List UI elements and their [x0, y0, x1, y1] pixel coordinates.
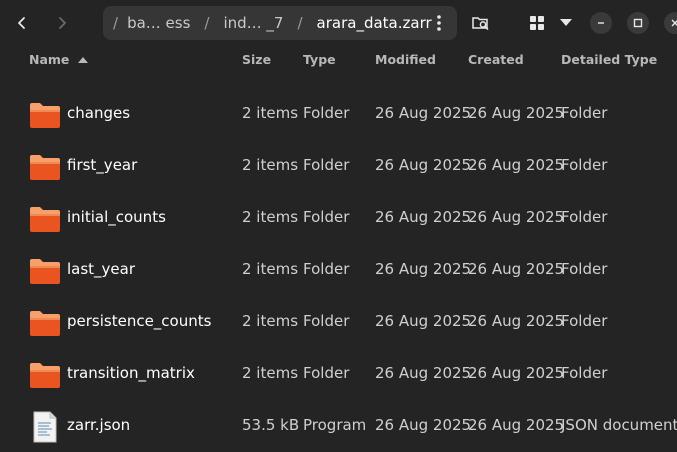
column-header-created[interactable]: Created — [468, 52, 524, 67]
file-row[interactable]: last_year 2 items Folder 26 Aug 2025 26 Aug … — [0, 244, 677, 296]
file-row[interactable]: first_year 2 items Folder 26 Aug 2025 26 Aug… — [0, 140, 677, 192]
chevron-left-icon — [18, 17, 25, 29]
column-headers: Name Size Type Modified Created Detailed… — [0, 46, 677, 74]
file-type: Folder — [303, 260, 350, 278]
view-options-button[interactable] — [556, 6, 576, 40]
file-row[interactable]: changes 2 items Folder 26 Aug 2025 26 Aug 20… — [0, 88, 677, 140]
close-icon — [671, 19, 677, 27]
file-created: 26 Aug 2025 — [468, 104, 565, 122]
folder-icon — [29, 255, 61, 287]
file-type: Folder — [303, 104, 350, 122]
json-file-icon — [29, 411, 61, 443]
file-row[interactable]: initial_counts 2 items Folder 26 Aug 2025 26… — [0, 192, 677, 244]
folder-icon — [29, 151, 61, 183]
path-menu-button[interactable] — [429, 13, 449, 33]
file-size: 53.5 kB — [242, 416, 300, 434]
file-size: 2 items — [242, 104, 299, 122]
folder-icon — [29, 307, 61, 339]
file-size: 2 items — [242, 208, 299, 226]
folder-icon — [29, 359, 61, 391]
file-size: 2 items — [242, 260, 299, 278]
file-name: changes — [67, 104, 131, 122]
file-modified: 26 Aug 2025 — [375, 156, 472, 174]
file-name: zarr.json — [67, 416, 131, 434]
column-header-modified[interactable]: Modified — [375, 52, 436, 67]
maximize-icon — [633, 18, 643, 28]
path-segment[interactable]: ind… _7 — [223, 14, 283, 32]
file-row[interactable]: persistence_counts 2 items Folder 26 Aug 20… — [0, 296, 677, 348]
chevron-right-icon — [59, 17, 66, 29]
file-created: 26 Aug 2025 — [468, 364, 565, 382]
back-button[interactable] — [5, 6, 39, 40]
caret-down-icon — [560, 19, 572, 26]
sort-ascending-icon — [77, 57, 88, 63]
maximize-button[interactable] — [627, 12, 649, 34]
folder-icon — [29, 99, 61, 131]
file-detailed-type: Folder — [561, 104, 608, 122]
file-row[interactable]: zarr.json 53.5 kB Program 26 Aug 2025 26 Aug… — [0, 400, 677, 452]
file-name: persistence_counts — [67, 312, 212, 330]
grid-view-button[interactable] — [527, 6, 547, 40]
grid-icon — [530, 16, 544, 30]
minimize-icon — [598, 22, 604, 24]
file-created: 26 Aug 2025 — [468, 260, 565, 278]
path-segment[interactable]: ba… ess — [127, 14, 190, 32]
search-button[interactable] — [465, 6, 497, 40]
file-modified: 26 Aug 2025 — [375, 364, 472, 382]
file-type: Folder — [303, 156, 350, 174]
file-detailed-type: JSON document — [561, 416, 677, 434]
file-row[interactable]: transition_matrix 2 items Folder 26 Aug 202… — [0, 348, 677, 400]
file-type: Program — [303, 416, 367, 434]
file-modified: 26 Aug 2025 — [375, 416, 472, 434]
file-type: Folder — [303, 312, 350, 330]
minimize-button[interactable] — [590, 12, 612, 34]
header-bar: / ba… ess / ind… _7 / arara_data.zarr — [0, 0, 677, 46]
column-header-name[interactable]: Name — [29, 52, 88, 67]
file-type: Folder — [303, 208, 350, 226]
column-header-type[interactable]: Type — [303, 52, 336, 67]
file-name: last_year — [67, 260, 136, 278]
file-detailed-type: Folder — [561, 156, 608, 174]
file-created: 26 Aug 2025 — [468, 208, 565, 226]
file-created: 26 Aug 2025 — [468, 156, 565, 174]
file-created: 26 Aug 2025 — [468, 312, 565, 330]
file-detailed-type: Folder — [561, 208, 608, 226]
path-segment-current[interactable]: arara_data.zarr — [317, 14, 432, 32]
file-detailed-type: Folder — [561, 260, 608, 278]
column-header-detailed-type[interactable]: Detailed Type — [561, 52, 657, 67]
file-size: 2 items — [242, 156, 299, 174]
file-detailed-type: Folder — [561, 312, 608, 330]
file-size: 2 items — [242, 312, 299, 330]
file-name: initial_counts — [67, 208, 166, 226]
file-name: transition_matrix — [67, 364, 195, 382]
folder-icon — [29, 203, 61, 235]
path-bar: / ba… ess / ind… _7 / arara_data.zarr — [103, 6, 457, 40]
column-header-size[interactable]: Size — [242, 52, 271, 67]
file-name: first_year — [67, 156, 138, 174]
vertical-dots-icon — [437, 15, 441, 31]
file-modified: 26 Aug 2025 — [375, 260, 472, 278]
file-detailed-type: Folder — [561, 364, 608, 382]
file-type: Folder — [303, 364, 350, 382]
file-size: 2 items — [242, 364, 299, 382]
file-modified: 26 Aug 2025 — [375, 312, 472, 330]
file-created: 26 Aug 2025 — [468, 416, 565, 434]
forward-button[interactable] — [45, 6, 79, 40]
folder-search-icon — [472, 17, 489, 30]
file-modified: 26 Aug 2025 — [375, 104, 472, 122]
file-modified: 26 Aug 2025 — [375, 208, 472, 226]
close-button[interactable] — [664, 12, 677, 34]
